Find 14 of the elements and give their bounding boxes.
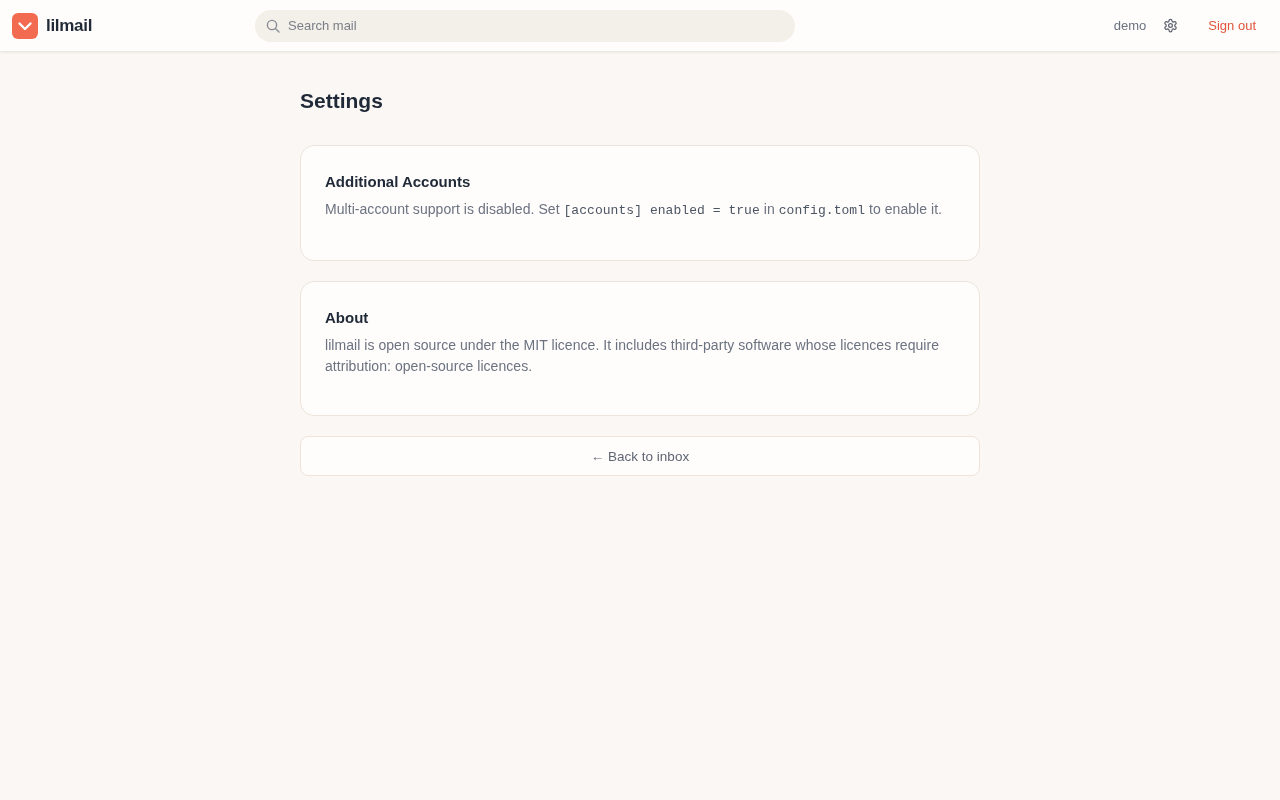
card-text: Multi-account support is disabled. Set [accounts] enabled = true in config.toml to enable it.	[325, 200, 944, 220]
settings-button[interactable]	[1163, 18, 1179, 33]
user-name: demo	[1113, 18, 1147, 33]
search-icon	[266, 18, 280, 33]
logo-icon	[12, 12, 38, 39]
card-title: About	[325, 308, 370, 328]
sign-out-link[interactable]: Sign out	[1208, 18, 1256, 33]
page-title: Settings	[300, 89, 384, 113]
settings-icon	[1163, 18, 1179, 33]
back-to-inbox-button[interactable]: ← Back to inbox	[300, 436, 980, 476]
search-field[interactable]: Search mail	[255, 9, 795, 42]
card-text: lilmail is open source under the MIT licence. It includes third-party software whose licences require attribution: open-source licences.	[325, 336, 941, 376]
card-title: Additional Accounts	[325, 172, 472, 192]
logo-text: lilmail	[46, 15, 93, 36]
